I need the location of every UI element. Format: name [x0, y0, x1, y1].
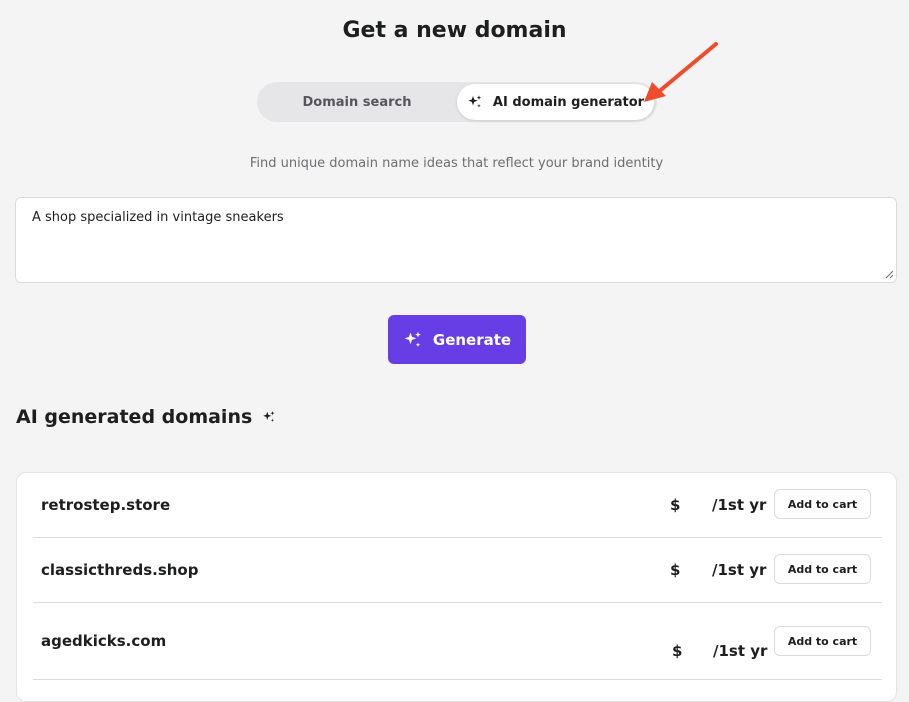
tab-domain-search[interactable]: Domain search: [257, 82, 457, 122]
price-currency: $: [672, 642, 683, 660]
tab-ai-domain-generator[interactable]: AI domain generator: [457, 84, 654, 120]
results-section-title: AI generated domains: [16, 406, 276, 428]
generate-button[interactable]: Generate: [388, 315, 526, 364]
sparkle-icon: [403, 330, 423, 350]
resize-handle-icon[interactable]: [884, 269, 894, 279]
annotation-arrow-icon: [640, 40, 720, 110]
results-title-text: AI generated domains: [16, 406, 253, 428]
domain-name: agedkicks.com: [41, 632, 167, 650]
results-list: retrostep.store $ /1st yr Add to cart cl…: [16, 472, 897, 702]
tab-ai-domain-generator-label: AI domain generator: [492, 94, 645, 110]
domain-row: classicthreds.shop $ /1st yr Add to cart: [33, 538, 882, 603]
sparkle-icon: [262, 410, 276, 424]
add-to-cart-button[interactable]: Add to cart: [774, 554, 871, 584]
generate-button-label: Generate: [432, 330, 512, 349]
domain-name: classicthreds.shop: [41, 561, 199, 579]
domain-description-value: A shop specialized in vintage sneakers: [32, 210, 284, 225]
domain-description-input[interactable]: A shop specialized in vintage sneakers: [15, 197, 897, 283]
domain-row: agedkicks.com $ /1st yr Add to cart: [33, 603, 882, 679]
domain-row: retrostep.store $ /1st yr Add to cart: [33, 473, 882, 538]
search-mode-toggle: Domain search AI domain generator: [257, 82, 657, 122]
page-subtitle: Find unique domain name ideas that refle…: [249, 156, 664, 171]
price-currency: $: [670, 561, 681, 579]
sparkle-icon: [467, 94, 483, 110]
add-to-cart-button[interactable]: Add to cart: [774, 489, 871, 519]
price-period: /1st yr: [712, 561, 767, 579]
row-divider: [33, 679, 882, 680]
price-period: /1st yr: [712, 496, 767, 514]
add-to-cart-button[interactable]: Add to cart: [774, 626, 871, 656]
page-title: Get a new domain: [342, 18, 567, 43]
price-period: /1st yr: [713, 642, 768, 660]
tab-domain-search-label: Domain search: [302, 94, 412, 110]
price-currency: $: [670, 496, 681, 514]
domain-name: retrostep.store: [41, 496, 171, 514]
